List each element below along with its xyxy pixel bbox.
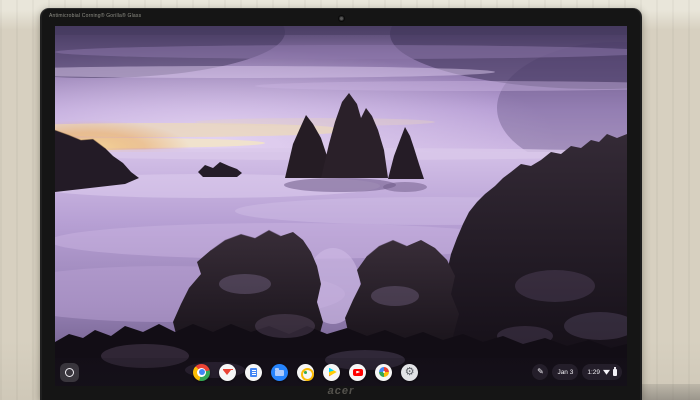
chromebook-laptop: Antimicrobial Corning® Gorilla® Glass ⚙ …	[40, 8, 642, 400]
youtube-icon[interactable]	[349, 363, 367, 381]
photo-scene: Antimicrobial Corning® Gorilla® Glass ⚙ …	[0, 0, 700, 400]
stylus-tools-button[interactable]: ✎	[532, 364, 549, 380]
desktop-wallpaper	[55, 26, 627, 386]
desk-surface	[638, 384, 700, 400]
files-app-icon[interactable]	[271, 363, 289, 381]
launcher-button[interactable]	[60, 362, 79, 382]
play-store-icon[interactable]	[323, 363, 341, 381]
camera-app-icon[interactable]	[297, 363, 315, 381]
google-docs-icon[interactable]	[245, 363, 263, 381]
clock-label: 1:29	[587, 368, 600, 376]
bezel-sticker-label: Antimicrobial Corning® Gorilla® Glass	[49, 13, 142, 19]
system-tray[interactable]: 1:29	[582, 364, 622, 380]
chrome-icon[interactable]	[193, 363, 211, 381]
battery-icon	[613, 367, 617, 376]
settings-gear-icon[interactable]: ⚙	[401, 363, 419, 381]
date-label: Jan 3	[557, 368, 574, 376]
status-area: ✎ Jan 3 1:29	[532, 364, 622, 380]
calendar-date-pill[interactable]: Jan 3	[552, 364, 579, 380]
google-photos-icon[interactable]	[375, 363, 393, 381]
webcam-icon	[338, 15, 345, 22]
wifi-icon	[603, 369, 610, 375]
gmail-icon[interactable]	[219, 363, 237, 381]
acer-logo: acer	[327, 385, 355, 397]
shelf-pinned-apps: ⚙	[193, 363, 419, 381]
chromeos-desktop: ⚙ ✎ Jan 3 1:29	[55, 26, 627, 386]
shelf: ⚙ ✎ Jan 3 1:29	[55, 358, 627, 386]
